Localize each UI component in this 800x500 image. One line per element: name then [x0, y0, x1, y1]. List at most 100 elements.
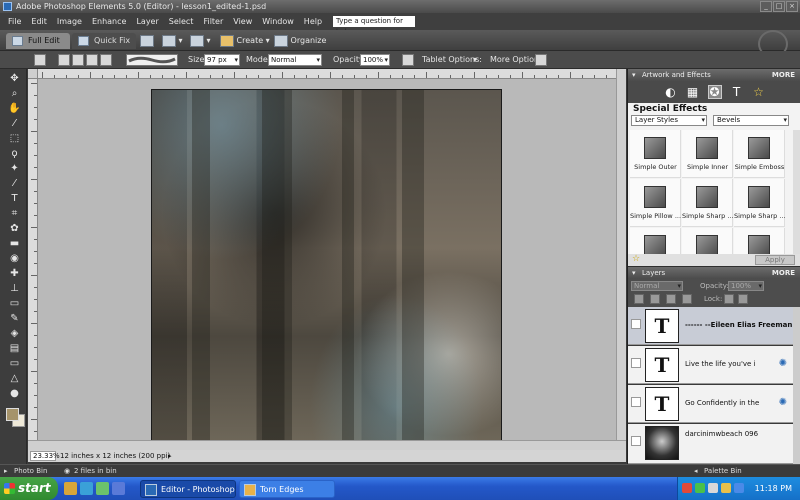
brush-tool-icon[interactable]: ✎	[7, 312, 22, 325]
eyedropper-tool-icon[interactable]: ⁄	[7, 117, 22, 130]
mode-select[interactable]: Normal	[268, 54, 322, 66]
lock-all-icon[interactable]	[738, 294, 748, 304]
lock-transparency-icon[interactable]	[724, 294, 734, 304]
themes-icon[interactable]: ▦	[686, 85, 700, 99]
quicklaunch-folder-icon[interactable]	[64, 482, 77, 495]
close-button[interactable]: ×	[786, 1, 798, 12]
menu-filter[interactable]: Filter	[198, 17, 228, 26]
style-partial-row[interactable]	[734, 228, 785, 254]
menu-select[interactable]: Select	[164, 17, 199, 26]
size-input[interactable]: 97 px	[204, 54, 240, 66]
minimize-button[interactable]: _	[760, 1, 772, 12]
type-tool-icon[interactable]: T	[7, 192, 22, 205]
favorites-star-icon[interactable]: ☆	[752, 85, 766, 99]
tray-app-icon[interactable]	[734, 483, 744, 493]
layers-more-button[interactable]: MORE	[772, 267, 795, 279]
pencil-tool-icon[interactable]	[100, 54, 112, 66]
layer-row[interactable]: T Go Confidently in the ✺	[628, 385, 793, 423]
eraser-tool-icon[interactable]: ▭	[7, 297, 22, 310]
style-simple-emboss[interactable]: Simple Emboss	[734, 130, 785, 178]
start-button[interactable]: start	[0, 477, 58, 500]
special-effects-icon[interactable]: ✪	[707, 85, 722, 99]
styles-scrollbar[interactable]	[793, 130, 800, 254]
airbrush-icon[interactable]	[402, 54, 414, 66]
organize-button[interactable]: Organize	[274, 34, 326, 48]
spot-healing-tool-icon[interactable]: ✚	[7, 267, 22, 280]
style-simple-inner[interactable]: Simple Inner	[682, 130, 733, 178]
quicklaunch-messenger-icon[interactable]	[96, 482, 109, 495]
taskbar-torn-edges-button[interactable]: Torn Edges	[239, 480, 335, 498]
menu-help[interactable]: Help	[299, 17, 327, 26]
tray-security-icon[interactable]	[682, 483, 692, 493]
favorite-star-icon[interactable]: ☆	[632, 254, 640, 264]
create-button[interactable]: Create ▾	[220, 34, 270, 48]
document-canvas[interactable]	[151, 89, 502, 443]
text-effects-icon[interactable]: T	[730, 85, 744, 99]
new-layer-icon[interactable]	[634, 294, 644, 304]
style-simple-outer[interactable]: Simple Outer	[630, 130, 681, 178]
more-options-brush-icon[interactable]	[535, 54, 547, 66]
info-menu-arrow-icon[interactable]: ▸	[168, 450, 172, 462]
style-simple-pillow[interactable]: Simple Pillow ...	[630, 179, 681, 227]
tray-update-icon[interactable]	[721, 483, 731, 493]
menu-layer[interactable]: Layer	[131, 17, 163, 26]
tab-quick-fix[interactable]: Quick Fix	[72, 33, 136, 49]
taskbar-clock[interactable]: 11:18 PM	[755, 477, 792, 500]
taskbar-editor-button[interactable]: Editor - Photoshop El...	[140, 480, 236, 498]
vertical-scrollbar[interactable]	[616, 69, 626, 440]
shape-tool-icon[interactable]: ▭	[7, 357, 22, 370]
cookie-cutter-tool-icon[interactable]: ✿	[7, 222, 22, 235]
blur-tool-icon[interactable]: △	[7, 372, 22, 385]
style-simple-sharp-outer[interactable]: Simple Sharp ...	[734, 179, 785, 227]
clone-stamp-tool-icon[interactable]: ⊥	[7, 282, 22, 295]
red-eye-tool-icon[interactable]: ◉	[7, 252, 22, 265]
layers-scrollbar[interactable]	[793, 307, 800, 464]
layer-opacity-input[interactable]: 100%	[728, 281, 764, 291]
layers-header[interactable]: ▾ Layers MORE	[628, 267, 800, 279]
menu-window[interactable]: Window	[257, 17, 299, 26]
quicklaunch-desktop-icon[interactable]	[112, 482, 125, 495]
brush-preset-icon[interactable]	[58, 54, 70, 66]
style-simple-sharp-inner[interactable]: Simple Sharp ...	[682, 179, 733, 227]
layer-style-fx-icon[interactable]: ✺	[779, 397, 787, 408]
style-library-select[interactable]: Bevels	[713, 115, 789, 126]
impressionist-brush-icon[interactable]	[72, 54, 84, 66]
straighten-tool-icon[interactable]: ▬	[7, 237, 22, 250]
brush-picker[interactable]	[126, 54, 178, 66]
selection-brush-tool-icon[interactable]: ⁄	[7, 177, 22, 190]
move-tool-icon[interactable]: ✥	[7, 72, 22, 85]
print-button[interactable]	[140, 34, 154, 48]
menu-image[interactable]: Image	[52, 17, 87, 26]
gradient-tool-icon[interactable]: ▤	[7, 342, 22, 355]
maximize-button[interactable]: □	[773, 1, 785, 12]
crop-tool-icon[interactable]: ⌗	[7, 207, 22, 220]
lasso-tool-icon[interactable]: ϙ	[7, 147, 22, 160]
order-prints-button[interactable]: ▾	[190, 34, 211, 48]
layer-visibility-toggle[interactable]	[631, 397, 641, 407]
layer-visibility-toggle[interactable]	[631, 358, 641, 368]
artwork-icon[interactable]: ◐	[664, 85, 678, 99]
layer-visibility-toggle[interactable]	[631, 436, 641, 446]
ruler-origin[interactable]	[28, 69, 38, 79]
layer-row[interactable]: T ------ --Eileen Elias Freeman	[628, 307, 793, 345]
menu-view[interactable]: View	[228, 17, 257, 26]
layer-row[interactable]: T Live the life you've i ✺	[628, 346, 793, 384]
sponge-tool-icon[interactable]: ●	[7, 387, 22, 400]
menu-file[interactable]: File	[3, 17, 26, 26]
zoom-input[interactable]: 23.33%	[30, 451, 60, 461]
hand-tool-icon[interactable]: ✋	[7, 102, 22, 115]
tab-full-edit[interactable]: Full Edit	[6, 33, 70, 49]
artwork-more-button[interactable]: MORE	[772, 69, 795, 81]
color-replacement-icon[interactable]	[86, 54, 98, 66]
layer-visibility-toggle[interactable]	[631, 319, 641, 329]
help-search-input[interactable]: Type a question for help	[333, 16, 416, 36]
link-layers-icon[interactable]	[682, 294, 692, 304]
layer-style-fx-icon[interactable]: ✺	[779, 358, 787, 369]
foreground-color-swatch[interactable]	[6, 408, 19, 421]
tray-network-icon[interactable]	[695, 483, 705, 493]
effect-category-select[interactable]: Layer Styles	[631, 115, 707, 126]
share-button[interactable]: ▾	[162, 34, 183, 48]
magic-wand-tool-icon[interactable]: ✦	[7, 162, 22, 175]
blend-mode-select[interactable]: Normal	[631, 281, 683, 291]
marquee-tool-icon[interactable]: ⬚	[7, 132, 22, 145]
